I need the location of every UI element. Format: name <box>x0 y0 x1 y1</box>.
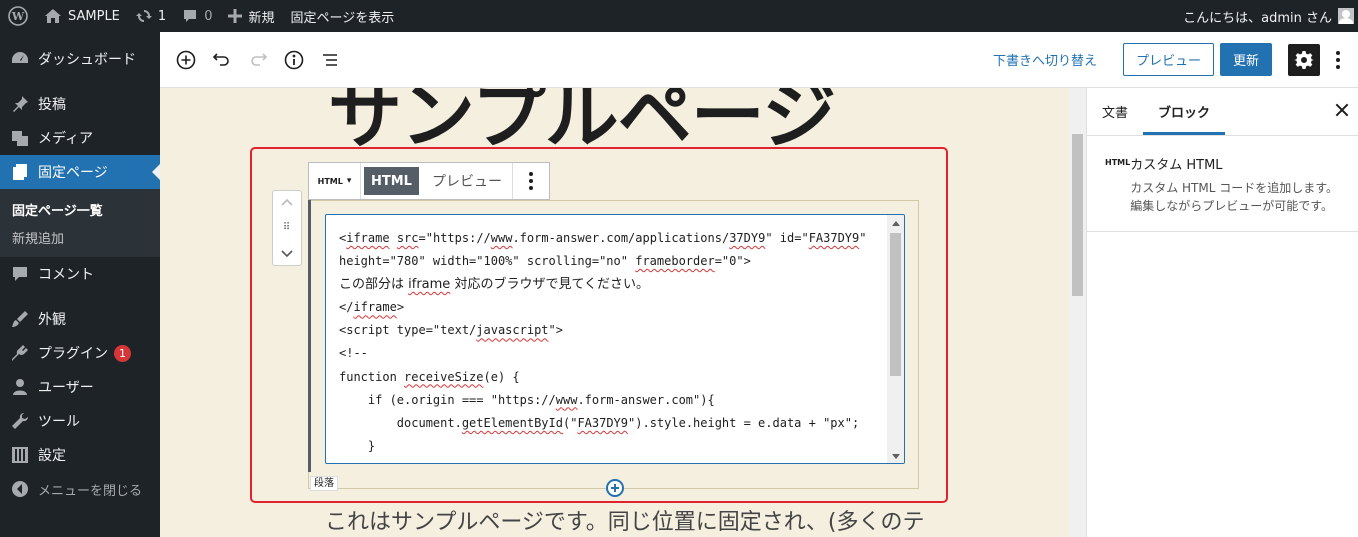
paragraph-block[interactable]: これはサンプルページです。同じ位置に固定され、(多くのテ <box>325 504 925 536</box>
sidebar-item-users[interactable]: ユーザー <box>0 370 160 404</box>
collapse-menu-label: メニューを閉じる <box>38 483 143 499</box>
updates-count: 1 <box>157 8 167 24</box>
media-icon <box>10 128 30 148</box>
plus-icon <box>228 9 243 23</box>
block-navigation-button[interactable] <box>312 42 348 78</box>
appearance-icon <box>10 309 30 329</box>
plus-circle-icon <box>176 50 196 69</box>
sidebar-item-label: ダッシュボード <box>38 52 136 68</box>
updates-link[interactable]: 1 <box>128 0 174 32</box>
sidebar-item-dashboard[interactable]: ダッシュボード <box>0 42 160 76</box>
avatar <box>1338 8 1354 24</box>
undo-icon <box>212 52 229 66</box>
home-icon <box>45 9 61 23</box>
settings-tabs: 文書 ブロック <box>1087 88 1358 136</box>
sidebar-item-label: 投稿 <box>38 97 66 113</box>
submenu-item-add-new[interactable]: 新規追加 <box>0 223 160 251</box>
svg-text:W: W <box>11 10 25 23</box>
html-block-icon: HTML <box>1105 158 1131 167</box>
sidebar-item-label: ツール <box>38 414 80 430</box>
sidebar-item-label: 設定 <box>38 448 66 464</box>
annotation-highlight-box <box>250 147 948 503</box>
new-content-link[interactable]: 新規 <box>220 0 282 32</box>
sidebar-item-label: メディア <box>38 131 94 147</box>
site-name: SAMPLE <box>68 8 120 24</box>
add-block-button[interactable] <box>168 42 204 78</box>
sidebar-item-label: 外観 <box>38 312 66 328</box>
comments-link[interactable]: 0 <box>174 0 220 32</box>
view-page-label: 固定ページを表示 <box>290 10 395 26</box>
preview-button[interactable]: プレビュー <box>1122 43 1214 76</box>
wordpress-logo-icon[interactable]: W <box>0 0 36 32</box>
undo-button[interactable] <box>204 42 240 78</box>
list-view-icon <box>323 53 337 66</box>
redo-button[interactable] <box>240 42 276 78</box>
sidebar-item-settings[interactable]: 設定 <box>0 438 160 472</box>
dashboard-icon <box>10 49 30 69</box>
block-card-description: カスタム HTML コードを追加します。編集しながらプレビューが可能です。 <box>1130 181 1339 213</box>
tab-document[interactable]: 文書 <box>1087 87 1143 135</box>
sidebar-item-label: コメント <box>38 267 94 283</box>
block-card: HTML カスタム HTML カスタム HTML コードを追加します。編集しなが… <box>1087 136 1358 232</box>
view-page-link[interactable]: 固定ページを表示 <box>282 0 402 32</box>
sidebar-item-label: 固定ページ <box>38 165 108 181</box>
sidebar-item-plugins[interactable]: プラグイン 1 <box>0 336 160 370</box>
new-label: 新規 <box>248 10 275 26</box>
sidebar-item-media[interactable]: メディア <box>0 121 160 155</box>
redo-icon <box>251 52 268 66</box>
sidebar-item-tools[interactable]: ツール <box>0 404 160 438</box>
switch-to-draft-button[interactable]: 下書きへ切り替え <box>993 50 1097 69</box>
editor-header: 下書きへ切り替え プレビュー 更新 <box>160 32 1358 88</box>
sidebar-item-pages[interactable]: 固定ページ <box>0 155 160 189</box>
close-icon[interactable] <box>1334 102 1350 118</box>
sidebar-item-appearance[interactable]: 外観 <box>0 302 160 336</box>
content-info-button[interactable] <box>276 42 312 78</box>
tab-block[interactable]: ブロック <box>1143 87 1226 135</box>
pin-icon <box>10 94 30 114</box>
my-account-link[interactable]: こんにちは、admin さん <box>1175 0 1358 32</box>
plugin-update-badge: 1 <box>114 344 131 362</box>
sidebar-item-label: プラグイン <box>38 346 108 362</box>
settings-toggle-button[interactable] <box>1288 43 1320 76</box>
tools-icon <box>10 411 30 431</box>
site-name-link[interactable]: SAMPLE <box>36 0 128 32</box>
updates-icon <box>135 10 152 22</box>
user-icon <box>10 377 30 397</box>
more-options-button[interactable] <box>1326 44 1350 76</box>
plugin-icon <box>10 343 30 363</box>
greeting: こんにちは、admin さん <box>1183 10 1332 26</box>
pages-icon <box>10 162 30 182</box>
pages-submenu: 固定ページ一覧 新規追加 <box>0 189 160 257</box>
sidebar-item-label: ユーザー <box>38 380 94 396</box>
collapse-arrow-icon <box>10 479 30 499</box>
collapse-menu-button[interactable]: メニューを閉じる <box>0 472 160 506</box>
admin-sidebar: ダッシュボード 投稿 メディア 固定ページ 固定ページ一覧 新規追加 コメント … <box>0 32 160 537</box>
submenu-item-all-pages[interactable]: 固定ページ一覧 <box>0 195 160 223</box>
comment-icon <box>10 264 30 284</box>
scrollbar-thumb[interactable] <box>1072 134 1083 296</box>
canvas-scrollbar[interactable] <box>1069 88 1086 537</box>
info-icon <box>284 50 304 69</box>
sidebar-item-comments[interactable]: コメント <box>0 257 160 291</box>
settings-sliders-icon <box>10 445 30 465</box>
settings-sidebar: 文書 ブロック HTML カスタム HTML カスタム HTML コードを追加し… <box>1086 88 1358 537</box>
sidebar-item-posts[interactable]: 投稿 <box>0 87 160 121</box>
comments-count: 0 <box>204 8 213 24</box>
admin-bar: W SAMPLE 1 0 新規 固定ページを表示 こんにちは、admin さん <box>0 0 1358 32</box>
block-card-title: カスタム HTML <box>1130 158 1223 173</box>
comment-icon <box>184 10 197 22</box>
update-button[interactable]: 更新 <box>1219 43 1272 76</box>
gear-icon <box>1294 50 1314 69</box>
